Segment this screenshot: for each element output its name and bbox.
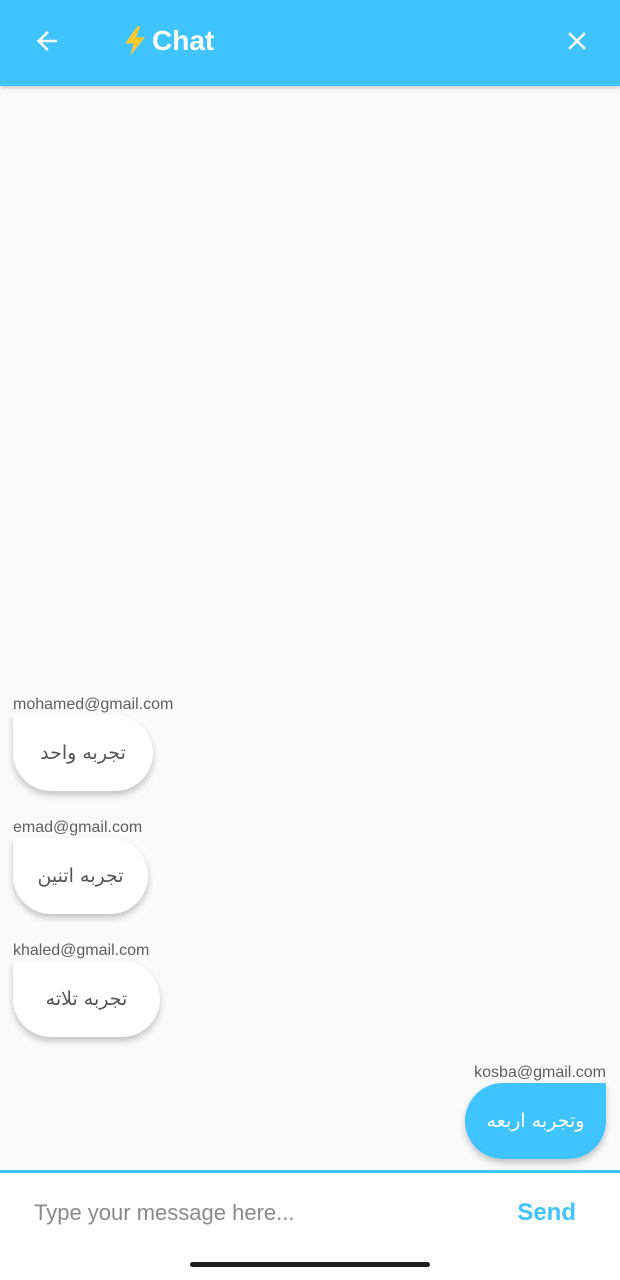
message-bubble: تجربه اتنين — [13, 838, 148, 914]
message-item: khaled@gmail.com تجربه تلاته — [13, 941, 160, 1037]
home-indicator[interactable] — [190, 1262, 430, 1267]
app-bar: Chat — [0, 0, 620, 86]
system-nav-area — [0, 1254, 620, 1280]
message-item: emad@gmail.com تجربه اتنين — [13, 818, 148, 914]
close-button[interactable] — [556, 20, 598, 62]
title-text: Chat — [152, 25, 215, 56]
message-composer: Send — [0, 1170, 620, 1254]
message-sender: emad@gmail.com — [13, 819, 143, 836]
message-item: mohamed@gmail.com تجربه واحد — [13, 695, 173, 791]
message-sender: kosba@gmail.com — [474, 1064, 606, 1081]
message-list[interactable]: mohamed@gmail.com تجربه واحد emad@gmail.… — [0, 86, 620, 1170]
close-icon — [568, 32, 586, 50]
message-bubble: تجربه واحد — [13, 715, 153, 791]
message-sender: mohamed@gmail.com — [13, 696, 174, 713]
send-button[interactable]: Send — [517, 1193, 576, 1233]
message-input[interactable] — [18, 1187, 490, 1239]
page-title: Chat — [120, 20, 214, 62]
message-bubble: تجربه تلاته — [13, 961, 160, 1037]
message-sender: khaled@gmail.com — [13, 942, 150, 959]
arrow-left-icon — [37, 31, 57, 51]
message-item: kosba@gmail.com وتجربه اربعه — [465, 1063, 606, 1159]
back-button[interactable] — [26, 20, 68, 62]
lightning-bolt-icon — [120, 25, 150, 57]
message-bubble: وتجربه اربعه — [465, 1083, 606, 1159]
